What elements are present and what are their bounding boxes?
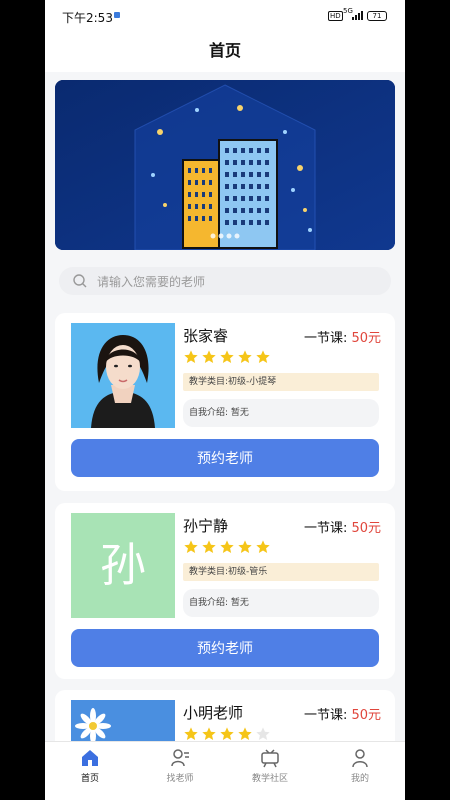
lesson-price: 一节课: 50元 bbox=[304, 517, 381, 536]
teacher-name: 张家睿 bbox=[183, 327, 229, 345]
find-teacher-icon bbox=[171, 749, 189, 767]
star-icon bbox=[256, 540, 270, 553]
tab-label: 找老师 bbox=[166, 774, 194, 784]
avatar-letter: 孙 bbox=[100, 538, 146, 592]
page-title: 首页 bbox=[208, 41, 241, 60]
teacher-photo bbox=[71, 323, 175, 428]
teacher-card: 张家睿 一节课: 50元 教学类目:初级-小提琴 自我介绍: 暂无 预约老师 bbox=[55, 313, 395, 491]
profile-icon bbox=[352, 749, 368, 768]
tab-label: 我的 bbox=[350, 774, 369, 784]
teaching-category: 教学类目:初级-小提琴 bbox=[183, 373, 379, 391]
teacher-name: 孙宁静 bbox=[183, 517, 229, 535]
star-icon bbox=[184, 727, 198, 740]
teacher-card: 孙 孙宁静 一节课: 50元 教学类目:初级-管乐 自我介绍: 暂无 预约老师 bbox=[55, 503, 395, 679]
book-teacher-button[interactable]: 预约老师 bbox=[71, 439, 379, 477]
price-label: 一节课: bbox=[303, 331, 352, 346]
lesson-price: 一节课: 50元 bbox=[304, 327, 381, 346]
banner-carousel[interactable] bbox=[55, 80, 395, 250]
self-intro: 自我介绍: 暂无 bbox=[183, 589, 379, 617]
status-bar: 下午2:53 HD 5G 71 bbox=[45, 0, 405, 32]
battery-icon: 71 bbox=[367, 11, 387, 21]
search-input[interactable] bbox=[95, 271, 379, 293]
star-icon bbox=[184, 540, 198, 553]
lesson-price: 一节课: 50元 bbox=[304, 704, 381, 723]
community-icon bbox=[261, 749, 279, 768]
star-icon bbox=[238, 540, 252, 553]
rating-stars bbox=[183, 539, 273, 557]
tab-find-teacher[interactable]: 找老师 bbox=[135, 742, 225, 800]
star-icon bbox=[202, 540, 216, 553]
status-time: 下午2:53 bbox=[62, 11, 113, 25]
self-intro: 自我介绍: 暂无 bbox=[183, 399, 379, 427]
star-icon bbox=[202, 350, 216, 363]
app-screen: 下午2:53 HD 5G 71 首页 请输入您需要的老师 张家睿 一节课: 50… bbox=[45, 0, 405, 800]
star-icon bbox=[184, 350, 198, 363]
star-icon bbox=[256, 350, 270, 363]
teaching-category: 教学类目:初级-管乐 bbox=[183, 563, 379, 581]
bottom-tab-bar: 首页 找老师 教学社区 我的 bbox=[45, 741, 405, 800]
home-icon bbox=[82, 750, 98, 766]
signal-icon bbox=[352, 11, 363, 20]
tab-community[interactable]: 教学社区 bbox=[225, 742, 315, 800]
star-icon bbox=[256, 727, 270, 740]
hd-badge: HD bbox=[328, 11, 343, 21]
price-value: 50元 bbox=[351, 521, 381, 536]
star-icon bbox=[220, 350, 234, 363]
search-icon bbox=[73, 274, 87, 288]
book-teacher-button[interactable]: 预约老师 bbox=[71, 629, 379, 667]
tab-label: 教学社区 bbox=[251, 774, 288, 784]
teacher-name: 小明老师 bbox=[183, 704, 244, 722]
price-label: 一节课: bbox=[303, 708, 352, 723]
price-value: 50元 bbox=[351, 331, 381, 346]
star-icon bbox=[238, 350, 252, 363]
search-bar[interactable] bbox=[59, 267, 391, 295]
star-icon bbox=[220, 727, 234, 740]
star-icon bbox=[202, 727, 216, 740]
tab-profile[interactable]: 我的 bbox=[315, 742, 405, 800]
teacher-avatar: 孙 bbox=[71, 513, 175, 618]
price-value: 50元 bbox=[351, 708, 381, 723]
price-label: 一节课: bbox=[303, 521, 352, 536]
tab-home[interactable]: 首页 bbox=[45, 742, 135, 800]
tab-label: 首页 bbox=[80, 774, 99, 784]
rating-stars bbox=[183, 349, 273, 367]
star-icon bbox=[238, 727, 252, 740]
notification-icon bbox=[114, 12, 120, 18]
star-icon bbox=[220, 540, 234, 553]
page-header: 首页 bbox=[45, 32, 405, 72]
banner-illustration bbox=[55, 80, 395, 250]
